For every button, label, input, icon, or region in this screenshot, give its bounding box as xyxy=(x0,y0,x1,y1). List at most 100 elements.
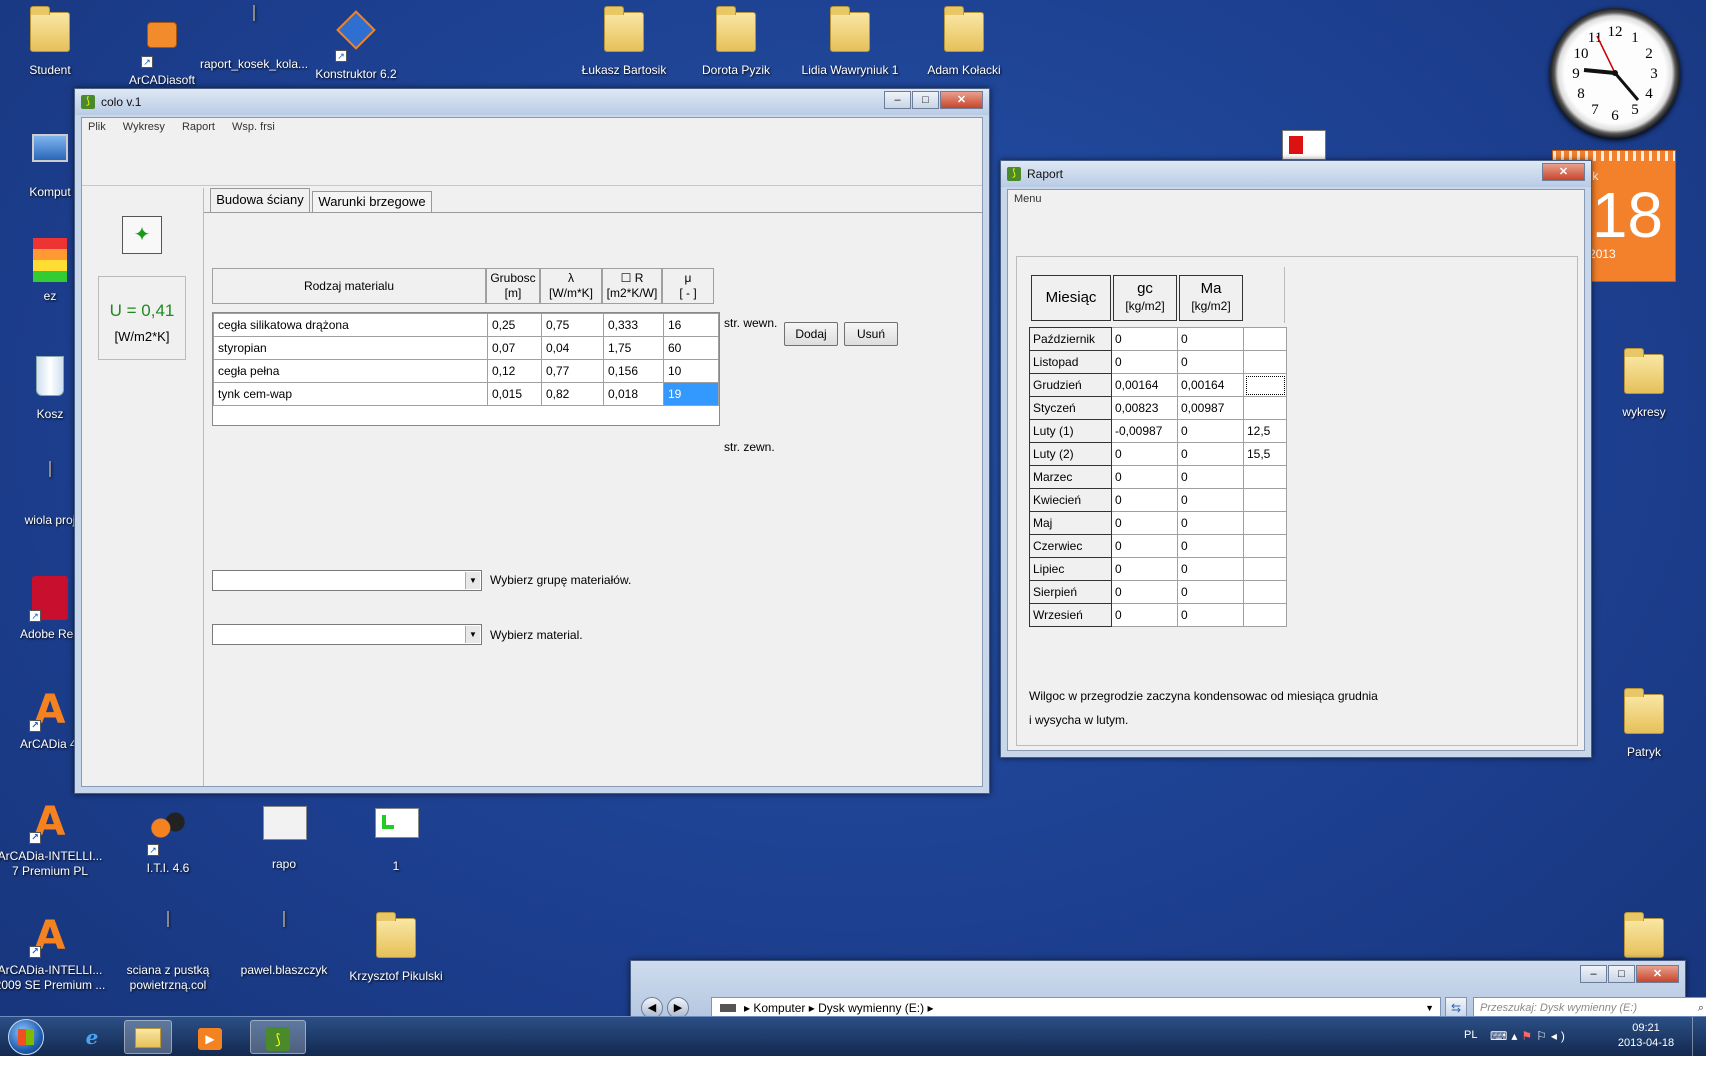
desktop-icon-lidia[interactable]: Lidia Wawryniuk 1 xyxy=(794,6,906,78)
desktop-icon-wykresy[interactable]: wykresy xyxy=(1588,348,1700,420)
cell-mu[interactable]: 16 xyxy=(663,313,719,337)
col-header-thickness[interactable]: Grubosc [m] xyxy=(486,268,540,304)
cell-gc[interactable]: -0,00987 xyxy=(1111,419,1178,443)
cell-resistance[interactable]: 0,018 xyxy=(603,382,664,406)
start-button[interactable] xyxy=(8,1019,44,1055)
cell-thickness[interactable]: 0,015 xyxy=(487,382,542,406)
table-row[interactable]: Wrzesień 0 0 xyxy=(1029,603,1287,627)
cell-ma[interactable]: 0,00987 xyxy=(1177,396,1244,420)
table-row[interactable]: Listopad 0 0 xyxy=(1029,350,1287,374)
add-button[interactable]: Dodaj xyxy=(784,322,838,346)
language-indicator[interactable]: PL xyxy=(1464,1029,1477,1041)
cell-extra[interactable]: 15,5 xyxy=(1243,442,1287,466)
remove-button[interactable]: Usuń xyxy=(844,322,898,346)
col-header-resistance[interactable]: ☐ R [m2*K/W] xyxy=(602,268,662,304)
desktop-icon-dorota[interactable]: Dorota Pyzik xyxy=(680,6,792,78)
clock[interactable]: 09:21 2013-04-18 xyxy=(1606,1021,1686,1051)
cell-extra-focused[interactable] xyxy=(1243,373,1287,397)
cell-ma[interactable]: 0 xyxy=(1177,534,1244,558)
cell-resistance[interactable]: 0,333 xyxy=(603,313,664,337)
cell-material[interactable]: cegła silikatowa drążona xyxy=(213,313,488,337)
cell-lambda[interactable]: 0,82 xyxy=(541,382,604,406)
maximize-button[interactable]: □ xyxy=(1608,965,1635,983)
cell-gc[interactable]: 0 xyxy=(1111,534,1178,558)
desktop-icon-patryk[interactable]: Patryk xyxy=(1588,688,1700,760)
cell-ma[interactable]: 0,00164 xyxy=(1177,373,1244,397)
tab-budowa-sciany[interactable]: Budowa ściany xyxy=(210,188,310,212)
close-button[interactable]: ✕ xyxy=(940,91,983,109)
cell-thickness[interactable]: 0,07 xyxy=(487,336,542,360)
desktop-icon-lukasz[interactable]: Łukasz Bartosik xyxy=(568,6,680,78)
desktop-icon-krzysztof[interactable]: Krzysztof Pikulski xyxy=(340,912,452,984)
desktop-icon-1[interactable]: 1 xyxy=(340,798,452,874)
cell-extra[interactable] xyxy=(1243,488,1287,512)
desktop-icon-iti[interactable]: ↗ I.T.I. 4.6 xyxy=(112,798,224,876)
breadcrumb-drive[interactable]: Dysk wymienny (E:) xyxy=(818,1001,924,1015)
table-row[interactable]: Październik 0 0 xyxy=(1029,327,1287,351)
cell-extra[interactable] xyxy=(1243,580,1287,604)
colo-titlebar[interactable]: ⟆ colo v.1 – □ ✕ xyxy=(75,89,989,115)
cell-mu-selected[interactable]: 19 xyxy=(663,382,719,406)
cell-ma[interactable]: 0 xyxy=(1177,327,1244,351)
cell-ma[interactable]: 0 xyxy=(1177,580,1244,604)
cell-resistance[interactable]: 0,156 xyxy=(603,359,664,383)
minimize-button[interactable]: – xyxy=(884,91,911,109)
table-row[interactable]: Lipiec 0 0 xyxy=(1029,557,1287,581)
cell-mu[interactable]: 10 xyxy=(663,359,719,383)
cell-gc[interactable]: 0 xyxy=(1111,580,1178,604)
col-header-mu[interactable]: μ[ - ] xyxy=(662,268,714,304)
desktop-icon-rapo[interactable]: rapo xyxy=(228,798,340,872)
arrow-up-icon[interactable]: ▴ xyxy=(1511,1029,1521,1043)
table-row[interactable]: Grudzień 0,00164 0,00164 xyxy=(1029,373,1287,397)
minimize-button[interactable]: – xyxy=(1580,965,1607,983)
volume-icon[interactable]: ◂) xyxy=(1551,1029,1569,1043)
cell-material[interactable]: tynk cem-wap xyxy=(213,382,488,406)
cell-gc[interactable]: 0 xyxy=(1111,465,1178,489)
cell-gc[interactable]: 0 xyxy=(1111,603,1178,627)
cell-ma[interactable]: 0 xyxy=(1177,419,1244,443)
desktop-icon-arcadia-intelli-7[interactable]: A ↗ ArCADia-INTELLI... 7 Premium PL xyxy=(0,798,106,879)
cell-ma[interactable]: 0 xyxy=(1177,557,1244,581)
cell-ma[interactable]: 0 xyxy=(1177,511,1244,535)
cell-gc[interactable]: 0 xyxy=(1111,488,1178,512)
table-row[interactable]: Styczeń 0,00823 0,00987 xyxy=(1029,396,1287,420)
cell-material[interactable]: styropian xyxy=(213,336,488,360)
col-header-material[interactable]: Rodzaj materialu xyxy=(212,268,486,304)
menu-wykresy[interactable]: Wykresy xyxy=(123,121,165,133)
cell-thickness[interactable]: 0,12 xyxy=(487,359,542,383)
material-group-dropdown[interactable]: ▼ xyxy=(212,570,482,591)
cell-material[interactable]: cegła pełna xyxy=(213,359,488,383)
cell-mu[interactable]: 60 xyxy=(663,336,719,360)
desktop-icon-adam[interactable]: Adam Kołacki xyxy=(908,6,1020,78)
cell-extra[interactable] xyxy=(1243,603,1287,627)
table-row[interactable]: Kwiecień 0 0 xyxy=(1029,488,1287,512)
table-row[interactable]: tynk cem-wap 0,015 0,82 0,018 19 xyxy=(213,382,719,406)
col-header-lambda[interactable]: λ [W/m*K] xyxy=(540,268,602,304)
cell-gc[interactable]: 0,00164 xyxy=(1111,373,1178,397)
cell-gc[interactable]: 0 xyxy=(1111,350,1178,374)
show-desktop-button[interactable] xyxy=(1692,1017,1706,1057)
cell-ma[interactable]: 0 xyxy=(1177,442,1244,466)
cell-extra[interactable] xyxy=(1243,396,1287,420)
table-row[interactable]: Luty (1) -0,00987 0 12,5 xyxy=(1029,419,1287,443)
desktop-icon-pawel[interactable]: pawel.blaszczyk xyxy=(228,911,340,978)
chevron-down-icon[interactable]: ▼ xyxy=(1425,998,1434,1018)
cell-gc[interactable]: 0 xyxy=(1111,442,1178,466)
cell-extra[interactable]: 12,5 xyxy=(1243,419,1287,443)
cell-extra[interactable] xyxy=(1243,557,1287,581)
taskbar-colo[interactable]: ⟆ xyxy=(250,1020,306,1054)
table-row[interactable]: styropian 0,07 0,04 1,75 60 xyxy=(213,336,719,360)
close-button[interactable]: ✕ xyxy=(1636,965,1679,983)
cell-lambda[interactable]: 0,77 xyxy=(541,359,604,383)
cell-extra[interactable] xyxy=(1243,350,1287,374)
cell-gc[interactable]: 0 xyxy=(1111,327,1178,351)
table-row[interactable]: Sierpień 0 0 xyxy=(1029,580,1287,604)
table-row[interactable]: cegła silikatowa drążona 0,25 0,75 0,333 16 xyxy=(213,313,719,337)
table-row[interactable]: Luty (2) 0 0 15,5 xyxy=(1029,442,1287,466)
flag-icon[interactable]: ⚐ xyxy=(1536,1029,1551,1043)
desktop-icon-sciana[interactable]: sciana z pustką powietrzną.col xyxy=(112,911,224,993)
cell-extra[interactable] xyxy=(1243,534,1287,558)
taskbar-ie[interactable]: e xyxy=(68,1020,116,1054)
breadcrumb-komputer[interactable]: Komputer xyxy=(753,1001,805,1015)
desktop-icon-student[interactable]: Student xyxy=(0,6,106,78)
